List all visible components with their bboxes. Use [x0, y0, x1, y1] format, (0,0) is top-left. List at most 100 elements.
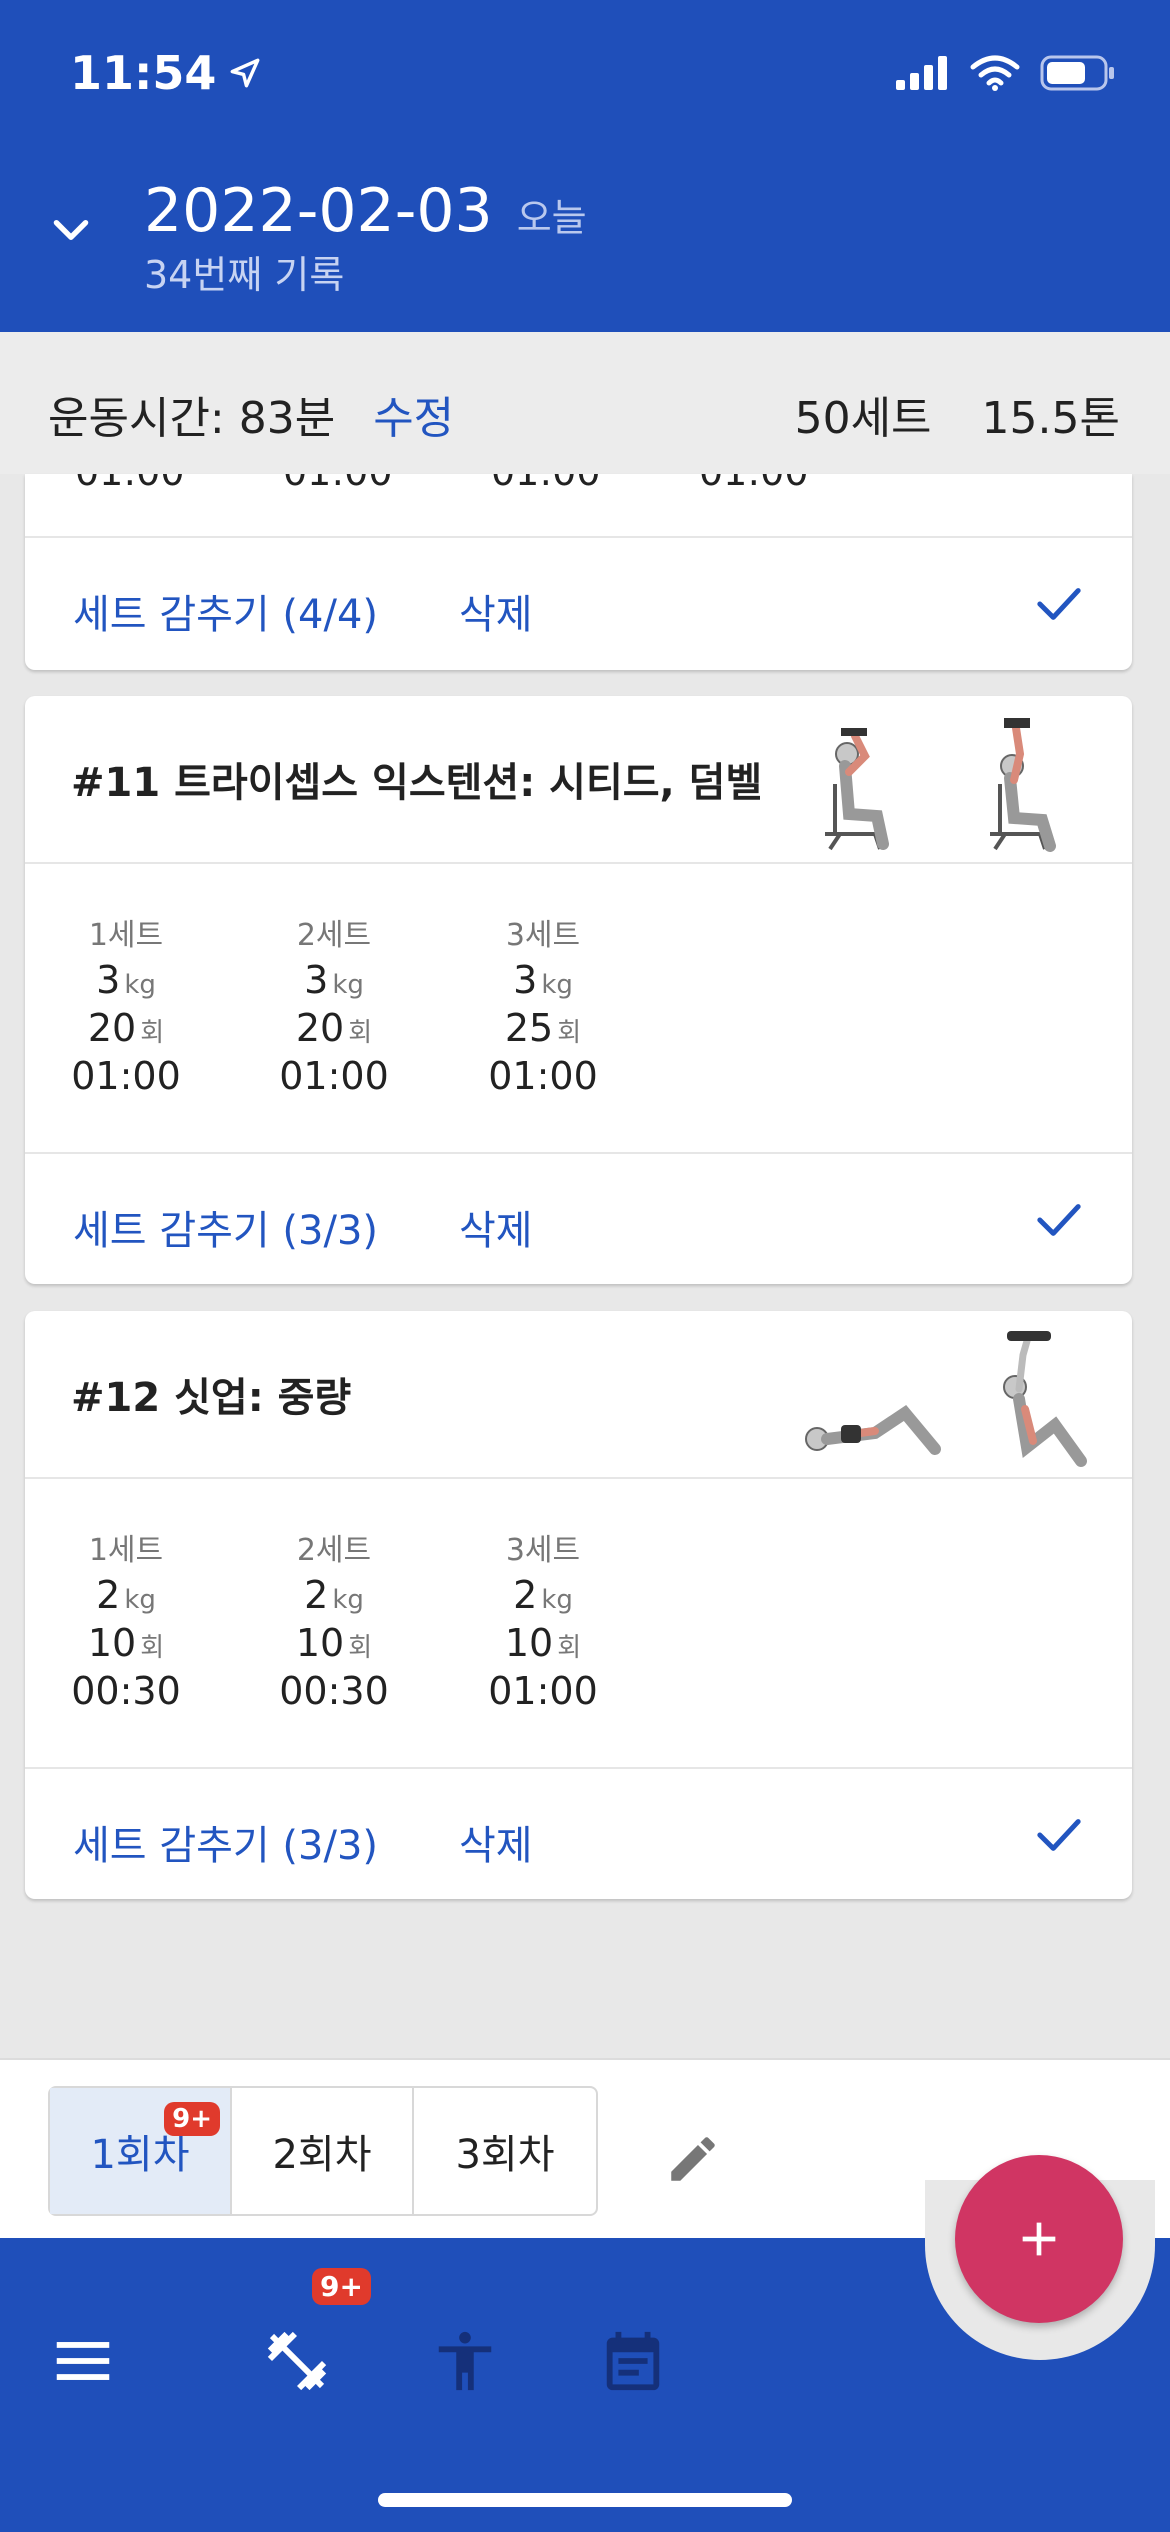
set-weight: 3 — [513, 958, 538, 1002]
count-badge: 9+ — [164, 2102, 220, 2136]
exercise-title: #11 트라이셉스 익스텐션: 시티드, 덤벨 — [71, 760, 763, 806]
check-icon[interactable] — [1036, 584, 1082, 624]
sets-grid: 1세트 2 kg 10 회 00:30 2세트 2 kg 10 회 00:30 3세트 … — [25, 1479, 1132, 1769]
pencil-icon[interactable] — [664, 2130, 722, 2188]
weight-unit: kg — [124, 970, 156, 1000]
set-label: 2세트 — [296, 918, 372, 953]
set-time: 00:30 — [71, 1669, 181, 1713]
app-header: 11:54 2022-02-03 오늘 34번째 기록 — [0, 0, 1170, 332]
set-column[interactable]: 3세트 3 kg 25 회 01:00 — [458, 910, 628, 1102]
cut-off-text: 01:00 — [699, 474, 809, 494]
weight-unit: kg — [124, 1585, 156, 1615]
tab-session-1[interactable]: 1회차 9+ — [50, 2088, 232, 2214]
page-title: 2022-02-03 오늘 — [144, 176, 587, 253]
set-time: 00:30 — [279, 1669, 389, 1713]
wifi-icon — [970, 55, 1020, 91]
plus-icon — [1022, 2222, 1056, 2256]
set-label: 3세트 — [505, 1533, 581, 1568]
tab-label: 2회차 — [272, 2132, 372, 2178]
check-icon[interactable] — [1036, 1815, 1082, 1855]
set-label: 1세트 — [88, 1533, 164, 1568]
set-weight: 2 — [304, 1573, 329, 1617]
set-column[interactable]: 1세트 2 kg 10 회 00:30 — [41, 1525, 211, 1717]
reps-unit: 회 — [348, 1018, 373, 1048]
exercise-card-previous: 01:00 01:00 01:00 01:00 세트 감추기 (4/4) 삭제 — [25, 474, 1132, 670]
set-reps: 10 — [87, 1621, 137, 1665]
summary-bar: 운동시간: 83분 수정 50세트 15.5톤 — [0, 332, 1170, 474]
reps-unit: 회 — [557, 1018, 582, 1048]
calendar-icon[interactable] — [598, 2326, 668, 2396]
weight-unit: kg — [332, 970, 364, 1000]
exercise-illustration-start — [805, 1405, 941, 1455]
workout-badge: 9+ — [312, 2268, 371, 2305]
set-weight: 2 — [96, 1573, 121, 1617]
session-date: 2022-02-03 — [144, 176, 493, 246]
exercise-title: #12 싯업: 중량 — [71, 1375, 352, 1421]
set-weight: 2 — [513, 1573, 538, 1617]
exercise-illustration-end — [1003, 1331, 1087, 1467]
edit-duration-button[interactable]: 수정 — [373, 382, 454, 446]
record-count: 34번째 기록 — [144, 253, 345, 297]
exercise-illustration-end — [990, 718, 1056, 852]
exercise-card: #11 트라이셉스 익스텐션: 시티드, 덤벨 1세트 3 kg 20 회 01… — [25, 696, 1132, 1284]
set-reps: 10 — [295, 1621, 345, 1665]
set-column[interactable]: 3세트 2 kg 10 회 01:00 — [458, 1525, 628, 1717]
cut-off-text: 01:00 — [283, 474, 393, 494]
check-icon[interactable] — [1036, 1200, 1082, 1240]
set-label: 2세트 — [296, 1533, 372, 1568]
set-time: 01:00 — [279, 1054, 389, 1098]
today-label: 오늘 — [516, 196, 587, 240]
tab-label: 3회차 — [455, 2132, 555, 2178]
battery-icon — [1040, 55, 1114, 91]
weight-unit: kg — [541, 1585, 573, 1615]
set-reps: 20 — [87, 1006, 137, 1050]
set-reps: 25 — [504, 1006, 554, 1050]
hide-sets-button[interactable]: 세트 감추기 (4/4) — [73, 582, 378, 640]
sets-grid: 1세트 3 kg 20 회 01:00 2세트 3 kg 20 회 01:00 3세트 … — [25, 864, 1132, 1154]
cut-off-text: 01:00 — [75, 474, 185, 494]
set-reps: 10 — [504, 1621, 554, 1665]
tab-session-2[interactable]: 2회차 — [232, 2088, 414, 2214]
status-icons — [896, 54, 1116, 92]
weight-unit: kg — [332, 1585, 364, 1615]
body-icon[interactable] — [430, 2326, 500, 2396]
set-column[interactable]: 1세트 3 kg 20 회 01:00 — [41, 910, 211, 1102]
clock-text: 11:54 — [70, 46, 217, 100]
hide-sets-button[interactable]: 세트 감추기 (3/3) — [73, 1813, 378, 1871]
reps-unit: 회 — [348, 1633, 373, 1663]
total-weight: 15.5톤 — [981, 393, 1120, 444]
set-weight: 3 — [96, 958, 121, 1002]
menu-icon[interactable] — [48, 2326, 118, 2396]
reps-unit: 회 — [140, 1633, 165, 1663]
set-reps: 20 — [295, 1006, 345, 1050]
hide-sets-button[interactable]: 세트 감추기 (3/3) — [73, 1198, 378, 1256]
set-time: 01:00 — [488, 1669, 598, 1713]
add-button[interactable] — [955, 2155, 1123, 2323]
set-label: 3세트 — [505, 918, 581, 953]
location-arrow-icon — [230, 58, 260, 88]
cut-off-sets-row: 01:00 01:00 01:00 01:00 — [25, 474, 1132, 538]
exercise-illustration-start — [825, 728, 889, 851]
exercise-card: #12 싯업: 중량 1세트 2 kg 10 회 00:30 2세트 2 kg 10 회… — [25, 1311, 1132, 1899]
home-indicator — [378, 2493, 792, 2507]
set-time: 01:00 — [71, 1054, 181, 1098]
cut-off-text: 01:00 — [491, 474, 601, 494]
set-time: 01:00 — [488, 1054, 598, 1098]
delete-button[interactable]: 삭제 — [459, 1198, 533, 1256]
delete-button[interactable]: 삭제 — [459, 1813, 533, 1871]
workout-duration: 운동시간: 83분 — [48, 393, 336, 444]
chevron-down-icon[interactable] — [46, 206, 96, 256]
reps-unit: 회 — [557, 1633, 582, 1663]
set-column[interactable]: 2세트 2 kg 10 회 00:30 — [249, 1525, 419, 1717]
set-column[interactable]: 2세트 3 kg 20 회 01:00 — [249, 910, 419, 1102]
total-sets: 50세트 — [794, 393, 932, 444]
dumbbell-icon[interactable] — [262, 2326, 332, 2396]
tab-session-3[interactable]: 3회차 — [414, 2088, 596, 2214]
set-weight: 3 — [304, 958, 329, 1002]
delete-button[interactable]: 삭제 — [459, 582, 533, 640]
status-bar-time: 11:54 — [70, 46, 262, 100]
signal-icon — [896, 56, 947, 90]
reps-unit: 회 — [140, 1018, 165, 1048]
session-tabs: 1회차 9+ 2회차 3회차 — [48, 2086, 598, 2216]
weight-unit: kg — [541, 970, 573, 1000]
